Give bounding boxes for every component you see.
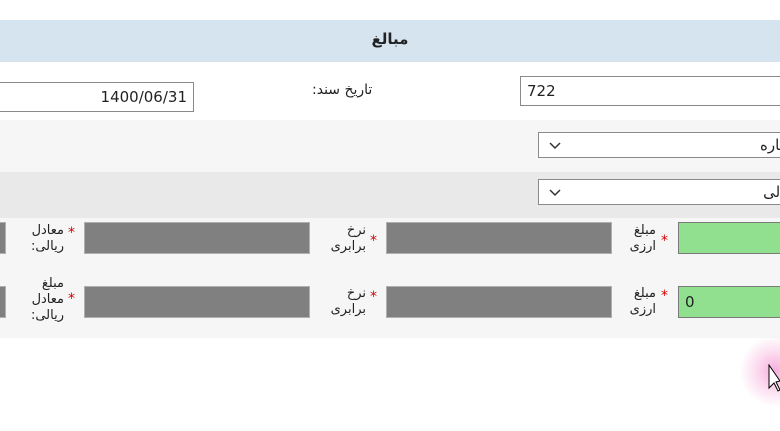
- currency-select-value: یالی: [763, 183, 780, 201]
- required-mark: *: [68, 291, 75, 307]
- label-line: معادل: [31, 292, 64, 307]
- label-line: ارزی: [629, 302, 656, 317]
- required-mark: *: [661, 288, 668, 304]
- rial-amount-field-1: [0, 222, 6, 254]
- exchange-rate-label-2: نرخ برابری: [318, 286, 366, 318]
- exchange-rate-field-1: [386, 222, 612, 254]
- required-mark: *: [68, 225, 75, 241]
- foreign-amount-input-1[interactable]: [678, 222, 780, 254]
- label-line: برابری: [330, 302, 366, 317]
- foreign-amount-label-1: مبلغ ارزی: [622, 223, 656, 255]
- chevron-down-icon: [549, 133, 561, 165]
- rial-amount-field-2: [0, 286, 6, 318]
- type-select[interactable]: جاره: [538, 132, 780, 158]
- label-line: ارزی: [629, 239, 656, 254]
- exchange-rate-label-1: نرخ برابری: [318, 223, 366, 255]
- type-select-value: جاره: [760, 136, 780, 154]
- mouse-pointer-icon: [768, 363, 780, 396]
- label-line: ریالی:: [30, 239, 64, 254]
- document-number-field[interactable]: 722: [520, 76, 780, 106]
- foreign-amount-input-2[interactable]: 0: [678, 286, 780, 318]
- label-line: نرخ: [346, 286, 366, 301]
- required-mark: *: [370, 289, 377, 305]
- label-line: مبلغ: [633, 286, 656, 301]
- exchange-rate-field-2: [386, 286, 612, 318]
- rial-equivalent-field-2: [84, 286, 310, 318]
- rial-equivalent-label-2: مبلغ معادل ریالی:: [14, 276, 64, 324]
- document-date-label: تاریخ سند:: [312, 82, 373, 98]
- label-line: ریالی:: [30, 308, 64, 323]
- chevron-down-icon: [549, 180, 561, 212]
- rial-equivalent-label-1: معادل ریالی:: [14, 223, 64, 255]
- label-line: برابری: [330, 239, 366, 254]
- label-line: مبلغ: [633, 223, 656, 238]
- section-title: مبالغ: [371, 30, 409, 48]
- required-mark: *: [370, 233, 377, 249]
- required-mark: *: [661, 233, 668, 249]
- label-line: نرخ: [346, 223, 366, 238]
- foreign-amount-label-2: مبلغ ارزی: [622, 286, 656, 318]
- label-line: معادل: [31, 223, 64, 238]
- label-line: مبلغ: [41, 276, 64, 291]
- document-date-field[interactable]: 1400/06/31: [0, 82, 194, 112]
- rial-equivalent-field-1: [84, 222, 310, 254]
- currency-select[interactable]: یالی: [538, 179, 780, 205]
- section-header: مبالغ: [0, 20, 780, 62]
